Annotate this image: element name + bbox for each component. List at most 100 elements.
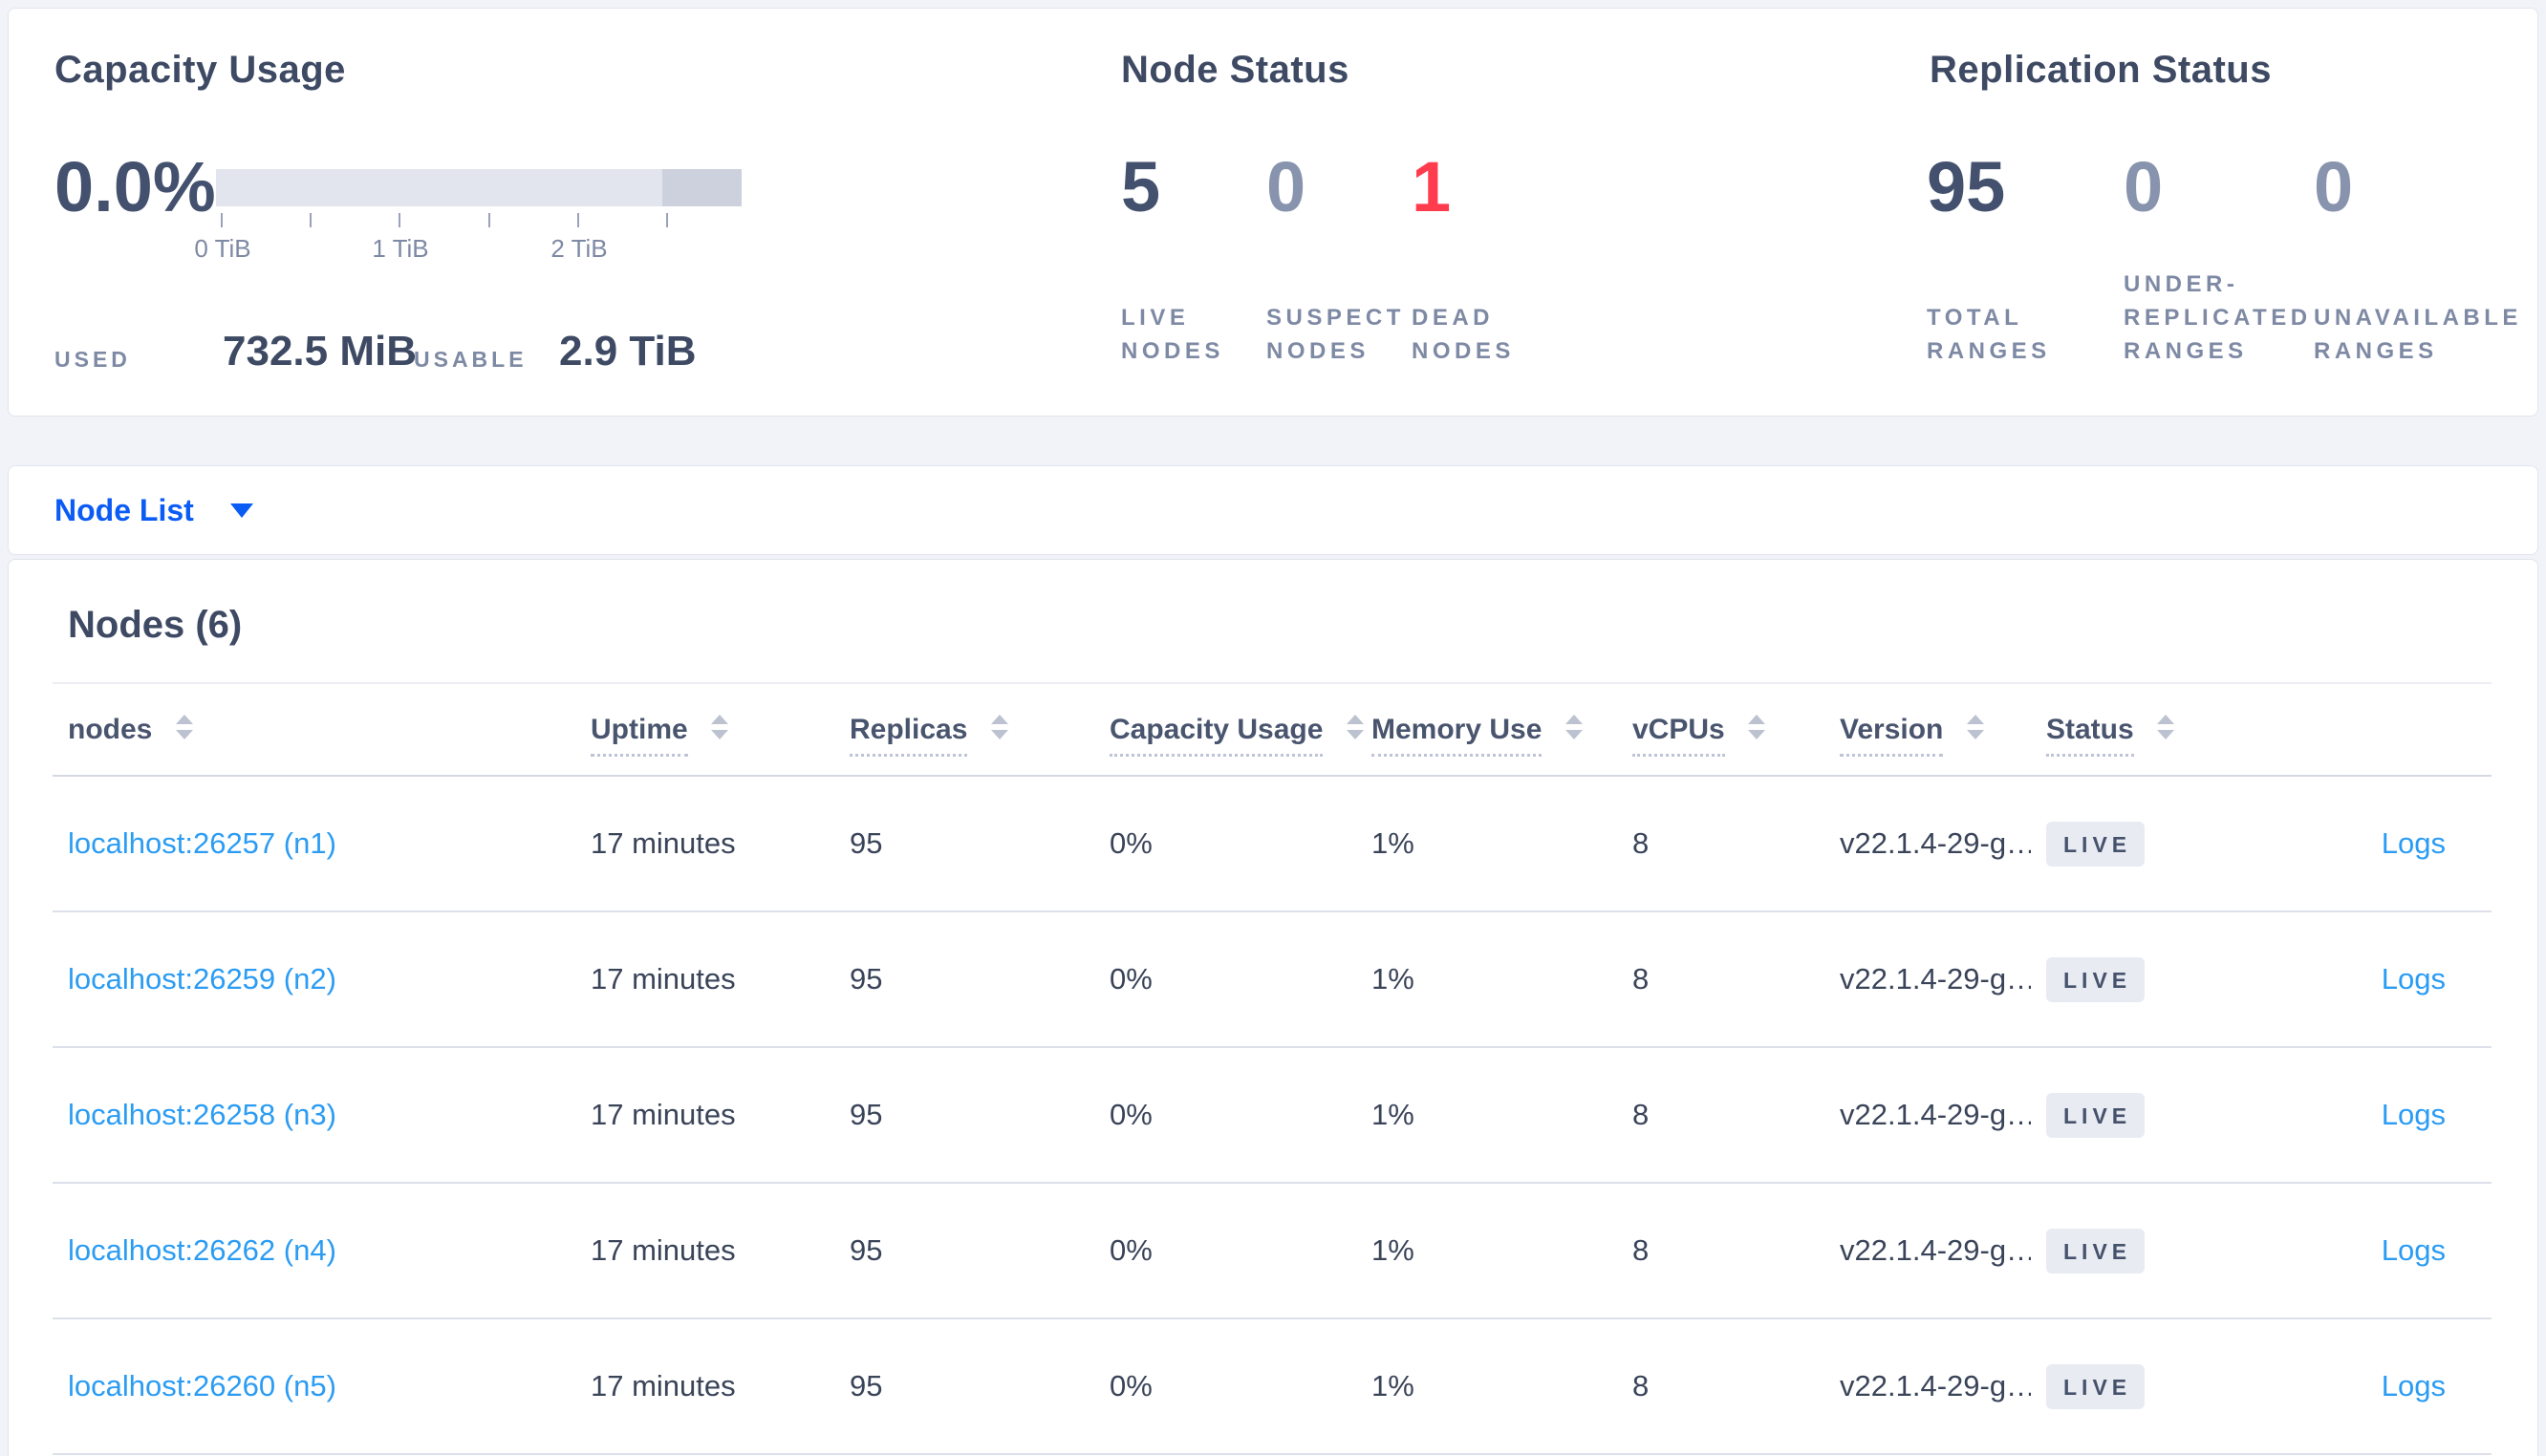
capacity-usage-bar [216,169,742,206]
vcpus-cell: 8 [1617,1318,1824,1455]
node-address-cell: localhost:26258 (n3) [53,1047,575,1184]
nodes-table-body: localhost:26257 (n1) 17 minutes 95 0% 1%… [53,776,2492,1455]
status-cell: LIVE [2031,911,2212,1048]
logs-link[interactable]: Logs [2382,826,2446,860]
logs-link[interactable]: Logs [2382,962,2446,996]
column-header-vcpus[interactable]: vCPUs [1617,684,1824,777]
replicas-cell: 95 [834,776,1094,912]
column-header-status[interactable]: Status [2031,684,2212,777]
under-replicated-ranges-label: UNDER- REPLICATED RANGES [2124,271,2312,364]
status-badge: LIVE [2046,821,2146,867]
sort-icon [2157,714,2175,739]
caret-down-icon [229,503,253,518]
column-header-capacity-usage[interactable]: Capacity Usage [1094,684,1364,777]
version-cell: v22.1.4-29-g… [1824,1318,2031,1455]
used-value: 732.5 MiB [223,328,417,375]
unavailable-ranges-count: 0 [2314,147,2354,226]
node-address-link[interactable]: localhost:26260 (n5) [68,1369,336,1402]
dead-nodes-count: 1 [1412,147,1452,226]
dead-nodes-label: DEAD NODES [1412,305,1515,364]
unavailable-ranges-label: UNAVAILABLE RANGES [2314,305,2522,364]
sort-icon [1748,714,1766,739]
axis-tick [221,213,223,227]
total-ranges-count: 95 [1927,147,2006,226]
logs-cell: Logs [2212,911,2492,1048]
logs-link[interactable]: Logs [2382,1233,2446,1267]
vcpus-cell: 8 [1617,1047,1824,1184]
column-header-replicas[interactable]: Replicas [834,684,1094,777]
total-ranges-label: TOTAL RANGES [1927,305,2051,364]
logs-cell: Logs [2212,1047,2492,1184]
column-header-uptime[interactable]: Uptime [575,684,834,777]
logs-cell: Logs [2212,1318,2492,1455]
logs-link[interactable]: Logs [2382,1369,2446,1402]
used-label: USED [54,347,131,372]
status-cell: LIVE [2031,1047,2212,1184]
memory-use-cell: 1% [1356,1047,1617,1184]
status-cell: LIVE [2031,776,2212,912]
logs-link[interactable]: Logs [2382,1098,2446,1131]
column-header-version[interactable]: Version [1824,684,2031,777]
nodes-table: nodes Uptime Replicas Capacity Usage Mem… [53,682,2492,1455]
version-cell: v22.1.4-29-g… [1824,1183,2031,1319]
column-header-logs [2212,684,2492,777]
version-cell: v22.1.4-29-g… [1824,776,2031,912]
column-header-memory-use[interactable]: Memory Use [1356,684,1617,777]
capacity-bar-segment [662,169,742,206]
cluster-summary-panel: Capacity Usage 0.0% 0 TiB 1 TiB 2 TiB US… [8,8,2538,417]
status-badge: LIVE [2046,1092,2146,1138]
uptime-cell: 17 minutes [575,911,834,1048]
node-address-link[interactable]: localhost:26259 (n2) [68,962,336,996]
axis-tick [577,213,579,227]
sort-icon [175,714,193,739]
live-nodes-label: LIVE NODES [1121,305,1224,364]
node-address-link[interactable]: localhost:26257 (n1) [68,826,336,860]
axis-tick [488,213,490,227]
memory-use-cell: 1% [1356,776,1617,912]
axis-tick-label: 0 TiB [194,234,251,263]
capacity-used-percent: 0.0% [54,147,216,226]
node-address-link[interactable]: localhost:26262 (n4) [68,1233,336,1267]
node-address-cell: localhost:26262 (n4) [53,1183,575,1319]
axis-tick-label: 2 TiB [550,234,608,263]
node-status-title: Node Status [1121,49,1349,91]
node-row: localhost:26260 (n5) 17 minutes 95 0% 1%… [53,1318,2492,1455]
logs-cell: Logs [2212,776,2492,912]
capacity-usage-cell: 0% [1094,911,1356,1048]
usable-label: USABLE [414,347,528,372]
sort-icon [1346,714,1364,739]
status-cell: LIVE [2031,1183,2212,1319]
capacity-usage-cell: 0% [1094,776,1356,912]
node-row: localhost:26262 (n4) 17 minutes 95 0% 1%… [53,1183,2492,1319]
status-badge: LIVE [2046,956,2146,1002]
usable-value: 2.9 TiB [559,328,697,375]
node-address-cell: localhost:26259 (n2) [53,911,575,1048]
replicas-cell: 95 [834,1318,1094,1455]
capacity-usage-cell: 0% [1094,1318,1356,1455]
axis-tick [666,213,668,227]
status-badge: LIVE [2046,1228,2146,1274]
axis-tick [399,213,400,227]
status-badge: LIVE [2046,1363,2146,1409]
nodes-heading: Nodes (6) [68,604,243,646]
cluster-overview-page: Capacity Usage 0.0% 0 TiB 1 TiB 2 TiB US… [0,0,2546,1456]
node-address-cell: localhost:26257 (n1) [53,776,575,912]
node-row: localhost:26257 (n1) 17 minutes 95 0% 1%… [53,776,2492,912]
live-nodes-count: 5 [1121,147,1161,226]
capacity-usage-cell: 0% [1094,1183,1356,1319]
capacity-usage-cell: 0% [1094,1047,1356,1184]
sort-icon [711,714,729,739]
nodes-panel: Nodes (6) nodes Uptime Replicas Capacity… [8,559,2538,1456]
column-header-nodes[interactable]: nodes [53,684,575,777]
replication-status-title: Replication Status [1930,49,2272,91]
under-replicated-ranges-count: 0 [2124,147,2164,226]
sort-icon [1966,714,1984,739]
suspect-nodes-label: SUSPECT NODES [1266,305,1405,364]
node-list-dropdown[interactable]: Node List [54,493,253,528]
node-address-link[interactable]: localhost:26258 (n3) [68,1098,336,1131]
node-row: localhost:26258 (n3) 17 minutes 95 0% 1%… [53,1047,2492,1184]
axis-tick-label: 1 TiB [372,234,429,263]
version-cell: v22.1.4-29-g… [1824,911,2031,1048]
logs-cell: Logs [2212,1183,2492,1319]
version-cell: v22.1.4-29-g… [1824,1047,2031,1184]
